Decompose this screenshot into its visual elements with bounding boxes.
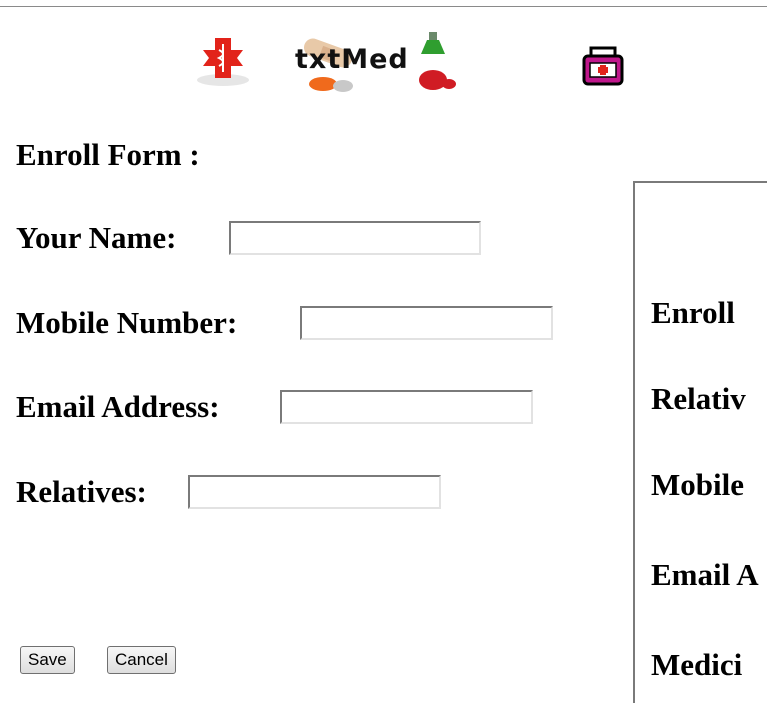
panel-medicine-label: Medici bbox=[651, 647, 743, 682]
email-label: Email Address: bbox=[16, 389, 220, 424]
relatives-label: Relatives: bbox=[16, 474, 147, 509]
top-divider bbox=[0, 6, 767, 7]
panel-enroll-label: Enroll bbox=[651, 295, 735, 330]
name-label: Your Name: bbox=[16, 220, 177, 255]
email-input[interactable] bbox=[280, 390, 533, 424]
medicine-bottle-icon bbox=[582, 46, 624, 86]
panel-email-label: Email A bbox=[651, 557, 759, 592]
txtmed-logo: txtMed bbox=[183, 30, 673, 92]
relatives-input[interactable] bbox=[188, 475, 441, 509]
panel-mobile-label: Mobile bbox=[651, 467, 744, 502]
enroll-summary-panel: Enroll Relativ Mobile Email A Medici bbox=[633, 181, 767, 703]
mobile-label: Mobile Number: bbox=[16, 305, 238, 340]
form-title: Enroll Form : bbox=[16, 137, 200, 172]
medical-cross-icon bbox=[197, 38, 249, 86]
potion-bottle-icon bbox=[419, 32, 456, 90]
mobile-input[interactable] bbox=[300, 306, 553, 340]
panel-relatives-label: Relativ bbox=[651, 381, 746, 416]
cancel-button[interactable]: Cancel bbox=[107, 646, 176, 674]
name-input[interactable] bbox=[229, 221, 481, 255]
logo-text: txtMed bbox=[295, 44, 409, 75]
save-button[interactable]: Save bbox=[20, 646, 75, 674]
